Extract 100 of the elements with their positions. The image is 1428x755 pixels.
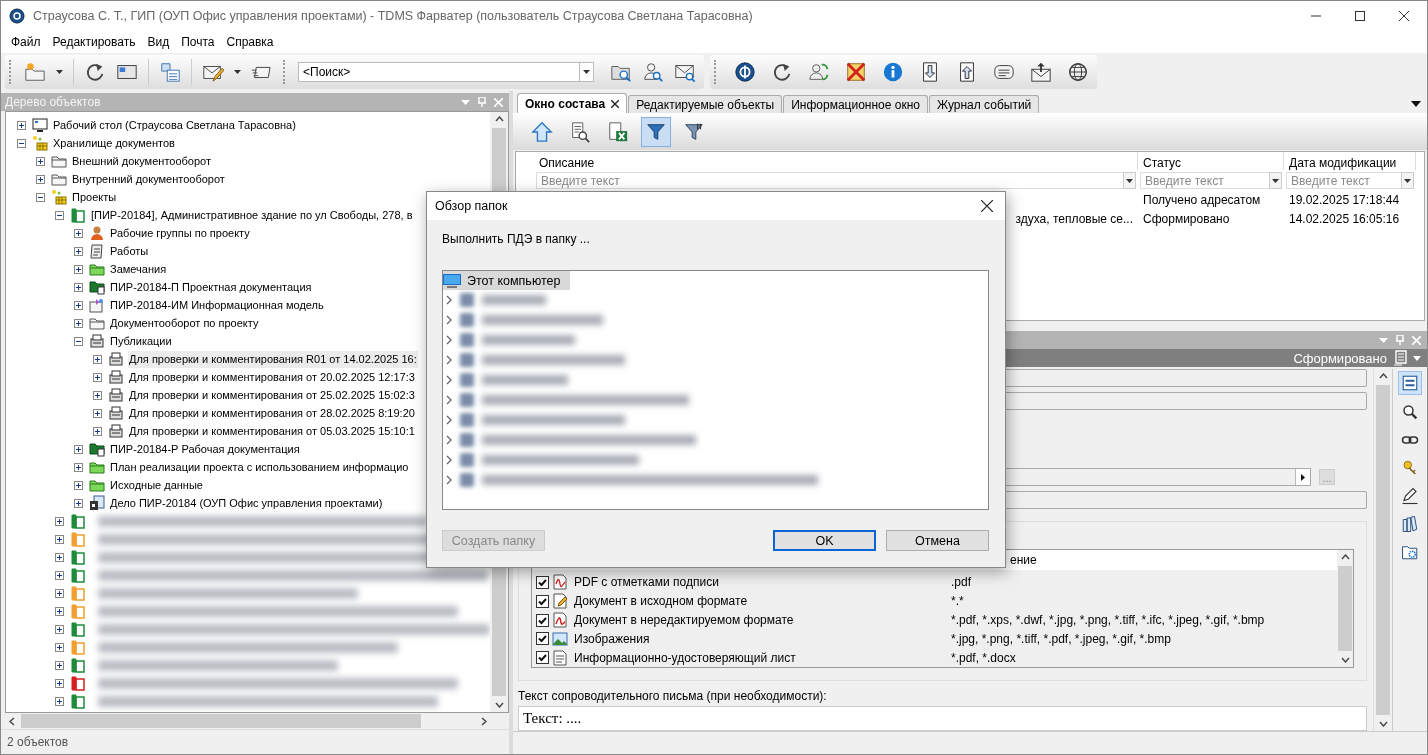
scroll-up-icon[interactable]: [494, 116, 504, 122]
collapse-icon[interactable]: [36, 192, 45, 202]
new-folder-icon[interactable]: [24, 61, 46, 83]
letter-text-field[interactable]: Текст: ....: [518, 706, 1367, 731]
dialog-button[interactable]: Отмена: [886, 530, 989, 551]
tree-item[interactable]: Для проверки и комментирования от 05.03.2025 15:10:1: [128, 422, 416, 440]
expand-icon[interactable]: [55, 552, 64, 562]
expand-icon[interactable]: [93, 408, 102, 418]
users-sync-icon[interactable]: [808, 61, 830, 83]
tree-item[interactable]: Исходные данные: [109, 476, 204, 494]
expand-icon[interactable]: [74, 300, 83, 310]
close-icon[interactable]: [611, 99, 620, 108]
expand-icon[interactable]: [74, 480, 83, 490]
tree-item[interactable]: ПИР-20184-Р Рабочая документация: [109, 440, 301, 458]
scroll-down-icon[interactable]: [1340, 657, 1350, 664]
expand-icon[interactable]: [55, 516, 64, 526]
caret-icon[interactable]: [1126, 178, 1133, 183]
maximize-icon[interactable]: [1355, 11, 1365, 21]
arrow-button[interactable]: [1295, 469, 1310, 485]
menu-item[interactable]: Редактировать: [46, 35, 142, 49]
expand-icon[interactable]: [74, 228, 83, 238]
scroll-down-icon[interactable]: [494, 702, 504, 708]
expand-icon[interactable]: [36, 156, 45, 166]
mail-upload-icon[interactable]: [1030, 61, 1052, 83]
tree-item[interactable]: ПИР-20184-ИМ Информационная модель: [109, 296, 325, 314]
filter-field[interactable]: Введите текст: [1140, 172, 1269, 189]
checkbox[interactable]: [535, 651, 549, 665]
dropdown-button[interactable]: [1123, 172, 1136, 189]
up-arrow-icon[interactable]: [531, 120, 553, 143]
tree-item[interactable]: Для проверки и комментирования от 28.02.2025 8:19:20: [128, 404, 416, 422]
caret-icon[interactable]: [583, 70, 590, 74]
scroll-left-icon[interactable]: [9, 716, 15, 726]
document-icon[interactable]: [1393, 350, 1407, 366]
tab[interactable]: Информационное окно: [783, 95, 928, 113]
scrollbar-thumb[interactable]: [1376, 385, 1390, 715]
scroll-up-icon[interactable]: [1378, 373, 1388, 379]
tree-item[interactable]: Для проверки и комментирования от 25.02.2025 15:02:3: [128, 386, 416, 404]
tree-item[interactable]: Работы: [109, 242, 150, 260]
tree-item[interactable]: Замечания: [109, 260, 168, 278]
tree-item[interactable]: Внутренний документооборот: [71, 170, 226, 188]
expand-icon[interactable]: [55, 696, 64, 706]
refresh-icon[interactable]: [771, 61, 793, 83]
scroll-up-icon[interactable]: [1340, 554, 1350, 561]
dropdown-icon[interactable]: [1411, 101, 1421, 107]
spreadsheet-export-icon[interactable]: [607, 120, 629, 143]
tab[interactable]: Журнал событий: [928, 95, 1040, 113]
dropdown-button[interactable]: [1269, 172, 1282, 189]
collapse-icon[interactable]: [55, 210, 64, 220]
scrollbar-thumb[interactable]: [21, 714, 421, 728]
close-icon[interactable]: [981, 200, 993, 212]
filter-button[interactable]: [641, 116, 671, 147]
filter-field[interactable]: Введите текст: [1286, 172, 1401, 189]
tree-item[interactable]: Документооборот по проекту: [109, 314, 260, 332]
tree-item[interactable]: Для проверки и комментирования R01 от 14.02.2025 16:: [128, 350, 418, 368]
checkbox[interactable]: [535, 594, 549, 608]
expand-icon[interactable]: [55, 642, 64, 652]
tree-item[interactable]: План реализации проекта с использованием информацио: [109, 458, 410, 476]
puzzle-document-icon[interactable]: [159, 61, 181, 83]
expand-icon[interactable]: [55, 660, 64, 670]
expand-icon[interactable]: [55, 534, 64, 544]
expand-icon[interactable]: [55, 570, 64, 580]
pen-icon[interactable]: [1401, 487, 1419, 505]
logo-icon[interactable]: [734, 61, 756, 83]
folder-gear-icon[interactable]: [1401, 543, 1419, 561]
tree-item[interactable]: Рабочие группы по проекту: [109, 224, 251, 242]
expand-icon[interactable]: [55, 624, 64, 634]
menu-item[interactable]: Почта: [175, 35, 221, 49]
cross-icon[interactable]: [845, 61, 867, 83]
expand-icon[interactable]: [74, 462, 83, 472]
tree-item[interactable]: Этот компьютер: [443, 271, 571, 290]
menu-item[interactable]: Вид: [141, 35, 176, 49]
dropdown-button[interactable]: [580, 62, 594, 82]
column-header[interactable]: Описание: [534, 152, 1138, 170]
expand-icon[interactable]: [17, 120, 26, 130]
expand-icon[interactable]: [55, 606, 64, 616]
expand-icon[interactable]: [93, 372, 102, 382]
expand-icon[interactable]: [74, 444, 83, 454]
collapse-icon[interactable]: [17, 138, 26, 148]
refresh-icon[interactable]: [84, 61, 106, 83]
books-icon[interactable]: [1401, 515, 1419, 533]
details-icon[interactable]: [1401, 374, 1419, 392]
tree-item[interactable]: ПИР-20184-П Проектная документация: [109, 278, 313, 296]
dialog-button[interactable]: OK: [773, 530, 876, 551]
expand-icon[interactable]: [74, 318, 83, 328]
expand-icon[interactable]: [74, 282, 83, 292]
expand-icon[interactable]: [55, 588, 64, 598]
close-icon[interactable]: [1399, 11, 1409, 21]
menu-item[interactable]: Справка: [220, 35, 280, 49]
column-header[interactable]: ение: [1010, 553, 1037, 568]
expand-icon[interactable]: [74, 246, 83, 256]
tree-item[interactable]: Внешний документооборот: [71, 152, 212, 170]
expand-icon[interactable]: [74, 498, 83, 508]
checkbox[interactable]: [535, 613, 549, 627]
tree-item[interactable]: Дело ПИР-20184 (ОУП Офис управления проектами): [109, 494, 384, 512]
info-icon[interactable]: [882, 61, 904, 83]
caret-icon[interactable]: [56, 70, 63, 74]
caret-icon[interactable]: [1272, 178, 1279, 183]
expand-icon[interactable]: [74, 264, 83, 274]
dropdown-button[interactable]: [1401, 172, 1414, 189]
filter-field[interactable]: Введите текст: [536, 172, 1123, 189]
